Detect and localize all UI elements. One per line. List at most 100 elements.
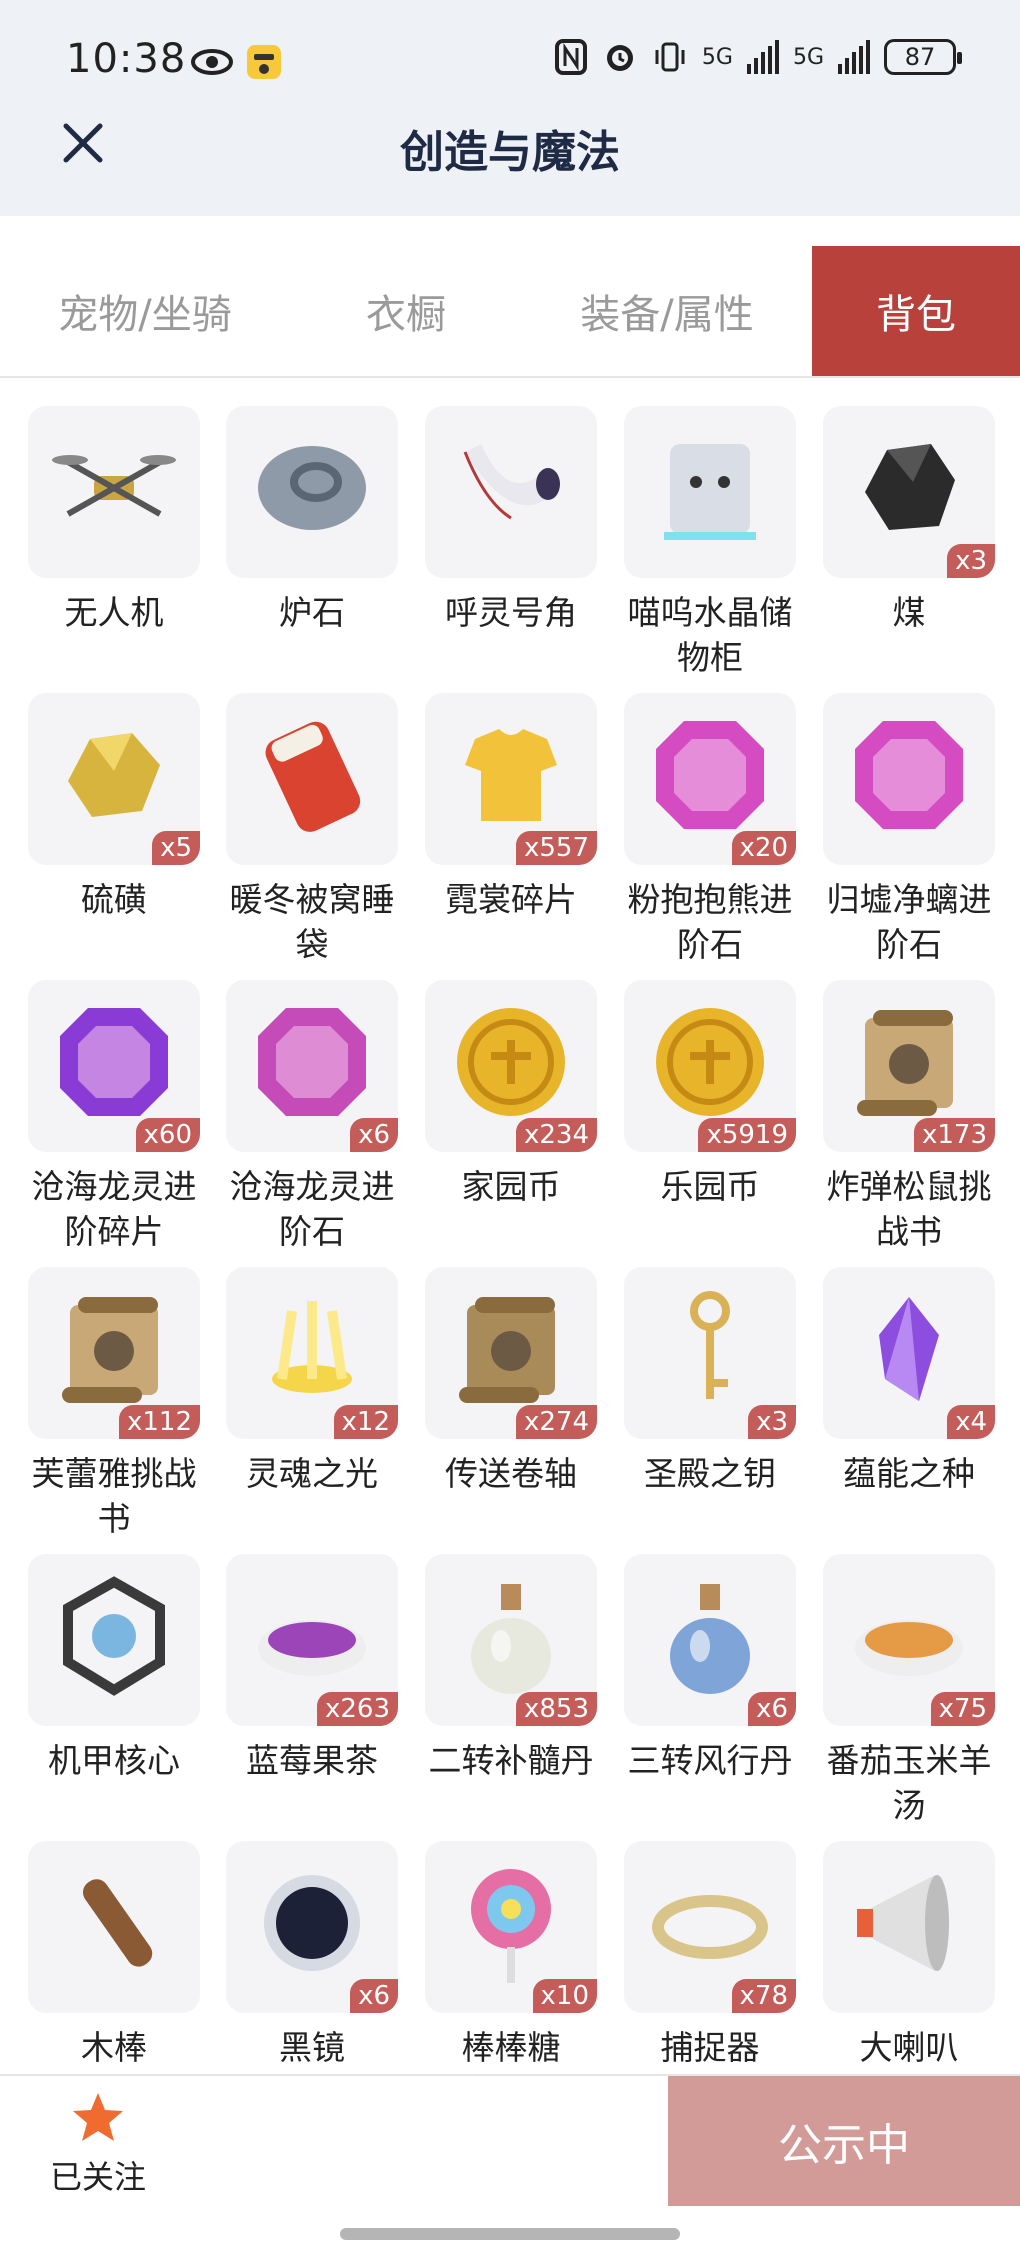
clothes-shard-icon <box>465 729 557 821</box>
hearthstone-icon <box>258 446 366 530</box>
item-name: 煤 <box>892 593 926 632</box>
item-name: 蓝莓果茶 <box>246 1741 378 1780</box>
item-name: 喵呜水晶储物柜 <box>627 593 793 677</box>
megaphone-icon <box>857 1875 949 1971</box>
horn-icon <box>463 444 560 520</box>
battery-indicator: 87 <box>884 39 962 75</box>
item-thumbnail: x263 <box>226 1554 398 1726</box>
item-thumbnail: x75 <box>823 1554 995 1726</box>
item-count-badge: x234 <box>515 1118 597 1152</box>
key-icon <box>690 1291 730 1399</box>
item-thumbnail: x60 <box>28 980 200 1152</box>
item-name: 机甲核心 <box>48 1741 180 1780</box>
page-title: 创造与魔法 <box>400 127 620 178</box>
item-count-badge: x112 <box>118 1405 200 1439</box>
battery-level: 87 <box>904 43 936 71</box>
mech-core-icon <box>63 1576 165 1696</box>
item-name: 霓裳碎片 <box>445 880 577 919</box>
network-type-2: 5G <box>792 44 824 70</box>
wanted-scroll-icon <box>62 1297 158 1403</box>
item-thumbnail <box>823 1841 995 2013</box>
item-name: 炉石 <box>279 593 345 632</box>
item-thumbnail: x78 <box>624 1841 796 2013</box>
item-name: 粉抱抱熊进阶石 <box>627 880 793 964</box>
lollipop-icon <box>471 1869 551 1983</box>
tea-icon <box>258 1620 366 1676</box>
item-thumbnail: x4 <box>823 1267 995 1439</box>
item-thumbnail: x5 <box>28 693 200 865</box>
publish-status-button[interactable]: 公示中 <box>668 2076 1020 2206</box>
tab-pets-mounts[interactable]: 宠物/坐骑 <box>0 246 290 376</box>
item-thumbnail: x20 <box>624 693 796 865</box>
item-thumbnail <box>28 406 200 578</box>
status-right-icons: 5G 5G 87 <box>554 38 962 76</box>
item-thumbnail: x12 <box>226 1267 398 1439</box>
item-name: 圣殿之钥 <box>644 1454 776 1493</box>
follow-button[interactable]: 已关注 <box>0 2090 196 2198</box>
sleeping-bag-icon <box>265 721 361 832</box>
item-thumbnail: x6 <box>624 1554 796 1726</box>
alarm-icon <box>606 45 633 71</box>
item-name: 木棒 <box>81 2028 147 2067</box>
purple-gem-icon <box>60 1008 168 1116</box>
item-thumbnail: x5919 <box>624 980 796 1152</box>
signal-icon-2 <box>838 40 870 74</box>
header-area: 10:38 5G 5G 87 创造与魔法 <box>0 0 1020 216</box>
tab-backpack[interactable]: 背包 <box>812 246 1020 376</box>
sulfur-icon <box>68 733 160 817</box>
potion-flask-icon <box>670 1584 750 1694</box>
item-count-badge: x3 <box>748 1405 796 1439</box>
tab-wardrobe[interactable]: 衣橱 <box>290 246 522 376</box>
crystal-icon <box>879 1297 939 1401</box>
item-thumbnail: x112 <box>28 1267 200 1439</box>
star-icon <box>73 2093 123 2141</box>
item-thumbnail <box>28 1554 200 1726</box>
tab-bar: 宠物/坐骑 衣橱 装备/属性 背包 <box>0 246 1020 378</box>
pink-gem-icon <box>855 721 963 829</box>
soup-icon <box>855 1620 963 1676</box>
item-name: 黑镜 <box>279 2028 345 2067</box>
cat-cabinet-icon <box>664 444 756 540</box>
soul-light-icon <box>272 1301 352 1393</box>
item-thumbnail: x853 <box>425 1554 597 1726</box>
item-name: 传送卷轴 <box>445 1454 577 1493</box>
coin-icon <box>656 1008 764 1116</box>
item-count-badge: x3 <box>947 544 995 578</box>
item-name: 呼灵号角 <box>445 593 577 632</box>
item-name: 归墟净螭进阶石 <box>826 880 992 964</box>
item-thumbnail: x173 <box>823 980 995 1152</box>
catcher-icon <box>652 1895 768 1959</box>
nfc-icon <box>554 39 587 75</box>
coin-icon <box>457 1008 565 1116</box>
item-name: 大喇叭 <box>859 2028 959 2067</box>
vibrate-icon <box>655 42 685 72</box>
item-thumbnail <box>226 406 398 578</box>
item-thumbnail: x557 <box>425 693 597 865</box>
item-name: 捕捉器 <box>660 2028 760 2067</box>
item-thumbnail <box>823 693 995 865</box>
item-count-badge: x6 <box>748 1692 796 1726</box>
item-count-badge: x12 <box>333 1405 398 1439</box>
item-count-badge: x173 <box>913 1118 995 1152</box>
purple-gem-icon <box>258 1008 366 1116</box>
item-name: 棒棒糖 <box>461 2028 561 2067</box>
club-icon <box>82 1879 153 1967</box>
item-thumbnail: x234 <box>425 980 597 1152</box>
item-thumbnail: x6 <box>226 1841 398 2013</box>
item-name: 沧海龙灵进阶碎片 <box>31 1167 197 1251</box>
item-count-badge: x10 <box>532 1979 597 2013</box>
tab-equipment-attributes[interactable]: 装备/属性 <box>522 246 812 376</box>
item-name: 蕴能之种 <box>843 1454 975 1493</box>
home-indicator[interactable] <box>340 2228 680 2240</box>
item-thumbnail: x10 <box>425 1841 597 2013</box>
status-left-icons <box>190 42 284 82</box>
black-mirror-icon <box>264 1875 360 1971</box>
item-thumbnail <box>28 1841 200 2013</box>
item-name: 无人机 <box>64 593 164 632</box>
item-count-badge: x557 <box>515 831 597 865</box>
item-thumbnail <box>226 693 398 865</box>
item-name: 沧海龙灵进阶石 <box>229 1167 395 1251</box>
item-count-badge: x5919 <box>698 1118 796 1152</box>
item-name: 家园币 <box>461 1167 561 1206</box>
network-type-1: 5G <box>701 44 733 70</box>
